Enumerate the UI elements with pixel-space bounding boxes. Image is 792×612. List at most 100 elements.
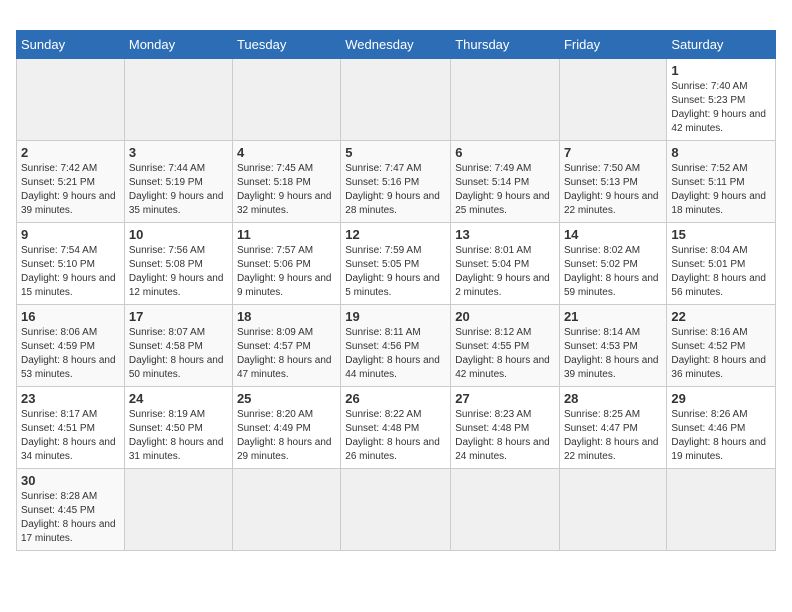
calendar-day-cell: 13 Sunrise: 8:01 AM Sunset: 5:04 PM Dayli… (451, 223, 560, 305)
weekday-header-thursday: Thursday (451, 31, 560, 59)
day-info: Sunrise: 7:45 AM Sunset: 5:18 PM Dayligh… (237, 162, 336, 218)
calendar-day-cell: 28 Sunrise: 8:25 AM Sunset: 4:47 PM Dayli… (559, 387, 666, 469)
calendar-week-row: 9 Sunrise: 7:54 AM Sunset: 5:10 PM Daylig… (17, 223, 776, 305)
day-info: Sunrise: 8:19 AM Sunset: 4:50 PM Dayligh… (129, 408, 228, 464)
day-number: 26 (345, 391, 446, 406)
calendar-day-cell: 11Sunrise: 7:57 AM Sunset: 5:06 PM Dayli… (232, 223, 340, 305)
weekday-header-friday: Friday (559, 31, 666, 59)
calendar-day-cell (559, 59, 666, 141)
calendar-day-cell: 7 Sunrise: 7:50 AM Sunset: 5:13 PM Daylig… (559, 141, 666, 223)
day-number: 13 (455, 227, 555, 242)
day-info: Sunrise: 8:09 AM Sunset: 4:57 PM Dayligh… (237, 326, 336, 382)
day-number: 25 (237, 391, 336, 406)
day-info: Sunrise: 8:12 AM Sunset: 4:55 PM Dayligh… (455, 326, 555, 382)
day-info: Sunrise: 7:40 AM Sunset: 5:23 PM Dayligh… (671, 80, 771, 136)
calendar-day-cell (451, 469, 560, 551)
calendar-day-cell: 27 Sunrise: 8:23 AM Sunset: 4:48 PM Dayli… (451, 387, 560, 469)
day-number: 4 (237, 145, 336, 160)
day-info: Sunrise: 7:57 AM Sunset: 5:06 PM Dayligh… (237, 244, 336, 300)
calendar-day-cell (232, 469, 340, 551)
calendar-day-cell: 21Sunrise: 8:14 AM Sunset: 4:53 PM Dayli… (559, 305, 666, 387)
day-info: Sunrise: 7:50 AM Sunset: 5:13 PM Dayligh… (564, 162, 662, 218)
calendar-day-cell: 15Sunrise: 8:04 AM Sunset: 5:01 PM Dayli… (667, 223, 776, 305)
calendar-week-row: 23 Sunrise: 8:17 AM Sunset: 4:51 PM Dayli… (17, 387, 776, 469)
day-info: Sunrise: 7:47 AM Sunset: 5:16 PM Dayligh… (345, 162, 446, 218)
calendar-week-row: 30 Sunrise: 8:28 AM Sunset: 4:45 PM Dayli… (17, 469, 776, 551)
calendar-day-cell (451, 59, 560, 141)
header: General Blue (16, 16, 776, 20)
day-number: 14 (564, 227, 662, 242)
calendar-day-cell: 5 Sunrise: 7:47 AM Sunset: 5:16 PM Daylig… (341, 141, 451, 223)
day-number: 2 (21, 145, 120, 160)
calendar-day-cell: 30 Sunrise: 8:28 AM Sunset: 4:45 PM Dayli… (17, 469, 125, 551)
day-number: 30 (21, 473, 120, 488)
day-info: Sunrise: 8:06 AM Sunset: 4:59 PM Dayligh… (21, 326, 120, 382)
calendar-day-cell (667, 469, 776, 551)
day-number: 9 (21, 227, 120, 242)
weekday-header-tuesday: Tuesday (232, 31, 340, 59)
day-number: 24 (129, 391, 228, 406)
day-info: Sunrise: 7:52 AM Sunset: 5:11 PM Dayligh… (671, 162, 771, 218)
day-info: Sunrise: 8:01 AM Sunset: 5:04 PM Dayligh… (455, 244, 555, 300)
calendar-day-cell: 18Sunrise: 8:09 AM Sunset: 4:57 PM Dayli… (232, 305, 340, 387)
day-number: 21 (564, 309, 662, 324)
day-info: Sunrise: 7:42 AM Sunset: 5:21 PM Dayligh… (21, 162, 120, 218)
day-info: Sunrise: 8:04 AM Sunset: 5:01 PM Dayligh… (671, 244, 771, 300)
day-number: 17 (129, 309, 228, 324)
day-info: Sunrise: 7:56 AM Sunset: 5:08 PM Dayligh… (129, 244, 228, 300)
calendar-week-row: 2 Sunrise: 7:42 AM Sunset: 5:21 PM Daylig… (17, 141, 776, 223)
calendar-day-cell: 16 Sunrise: 8:06 AM Sunset: 4:59 PM Dayli… (17, 305, 125, 387)
day-number: 10 (129, 227, 228, 242)
day-info: Sunrise: 8:17 AM Sunset: 4:51 PM Dayligh… (21, 408, 120, 464)
calendar-day-cell: 19Sunrise: 8:11 AM Sunset: 4:56 PM Dayli… (341, 305, 451, 387)
day-info: Sunrise: 8:25 AM Sunset: 4:47 PM Dayligh… (564, 408, 662, 464)
day-number: 29 (671, 391, 771, 406)
calendar-day-cell: 4 Sunrise: 7:45 AM Sunset: 5:18 PM Daylig… (232, 141, 340, 223)
day-info: Sunrise: 7:44 AM Sunset: 5:19 PM Dayligh… (129, 162, 228, 218)
calendar-week-row: 1 Sunrise: 7:40 AM Sunset: 5:23 PM Daylig… (17, 59, 776, 141)
calendar-day-cell: 25 Sunrise: 8:20 AM Sunset: 4:49 PM Dayli… (232, 387, 340, 469)
day-info: Sunrise: 7:54 AM Sunset: 5:10 PM Dayligh… (21, 244, 120, 300)
calendar-day-cell: 17 Sunrise: 8:07 AM Sunset: 4:58 PM Dayli… (124, 305, 232, 387)
day-info: Sunrise: 8:23 AM Sunset: 4:48 PM Dayligh… (455, 408, 555, 464)
day-number: 1 (671, 63, 771, 78)
weekday-header-sunday: Sunday (17, 31, 125, 59)
day-number: 23 (21, 391, 120, 406)
calendar-day-cell: 6Sunrise: 7:49 AM Sunset: 5:14 PM Daylig… (451, 141, 560, 223)
calendar-day-cell: 8 Sunrise: 7:52 AM Sunset: 5:11 PM Daylig… (667, 141, 776, 223)
day-info: Sunrise: 8:20 AM Sunset: 4:49 PM Dayligh… (237, 408, 336, 464)
day-number: 6 (455, 145, 555, 160)
weekday-header-saturday: Saturday (667, 31, 776, 59)
calendar-day-cell: 29 Sunrise: 8:26 AM Sunset: 4:46 PM Dayli… (667, 387, 776, 469)
calendar-day-cell: 9 Sunrise: 7:54 AM Sunset: 5:10 PM Daylig… (17, 223, 125, 305)
calendar-day-cell (124, 59, 232, 141)
day-info: Sunrise: 8:07 AM Sunset: 4:58 PM Dayligh… (129, 326, 228, 382)
day-info: Sunrise: 8:28 AM Sunset: 4:45 PM Dayligh… (21, 490, 120, 546)
calendar-day-cell (559, 469, 666, 551)
day-number: 28 (564, 391, 662, 406)
day-info: Sunrise: 7:59 AM Sunset: 5:05 PM Dayligh… (345, 244, 446, 300)
day-number: 16 (21, 309, 120, 324)
day-number: 27 (455, 391, 555, 406)
calendar-day-cell (341, 59, 451, 141)
calendar-day-cell: 12Sunrise: 7:59 AM Sunset: 5:05 PM Dayli… (341, 223, 451, 305)
calendar-day-cell: 22Sunrise: 8:16 AM Sunset: 4:52 PM Dayli… (667, 305, 776, 387)
calendar-day-cell: 24 Sunrise: 8:19 AM Sunset: 4:50 PM Dayli… (124, 387, 232, 469)
day-info: Sunrise: 8:02 AM Sunset: 5:02 PM Dayligh… (564, 244, 662, 300)
calendar-day-cell: 23 Sunrise: 8:17 AM Sunset: 4:51 PM Dayli… (17, 387, 125, 469)
calendar-day-cell: 3 Sunrise: 7:44 AM Sunset: 5:19 PM Daylig… (124, 141, 232, 223)
calendar-day-cell (17, 59, 125, 141)
day-number: 3 (129, 145, 228, 160)
day-number: 7 (564, 145, 662, 160)
weekday-header-monday: Monday (124, 31, 232, 59)
calendar-day-cell: 26Sunrise: 8:22 AM Sunset: 4:48 PM Dayli… (341, 387, 451, 469)
day-number: 20 (455, 309, 555, 324)
weekday-header-row: SundayMondayTuesdayWednesdayThursdayFrid… (17, 31, 776, 59)
calendar-day-cell: 10 Sunrise: 7:56 AM Sunset: 5:08 PM Dayli… (124, 223, 232, 305)
day-number: 5 (345, 145, 446, 160)
calendar-day-cell: 14 Sunrise: 8:02 AM Sunset: 5:02 PM Dayli… (559, 223, 666, 305)
calendar-day-cell (232, 59, 340, 141)
calendar-day-cell (124, 469, 232, 551)
day-number: 8 (671, 145, 771, 160)
day-info: Sunrise: 8:26 AM Sunset: 4:46 PM Dayligh… (671, 408, 771, 464)
